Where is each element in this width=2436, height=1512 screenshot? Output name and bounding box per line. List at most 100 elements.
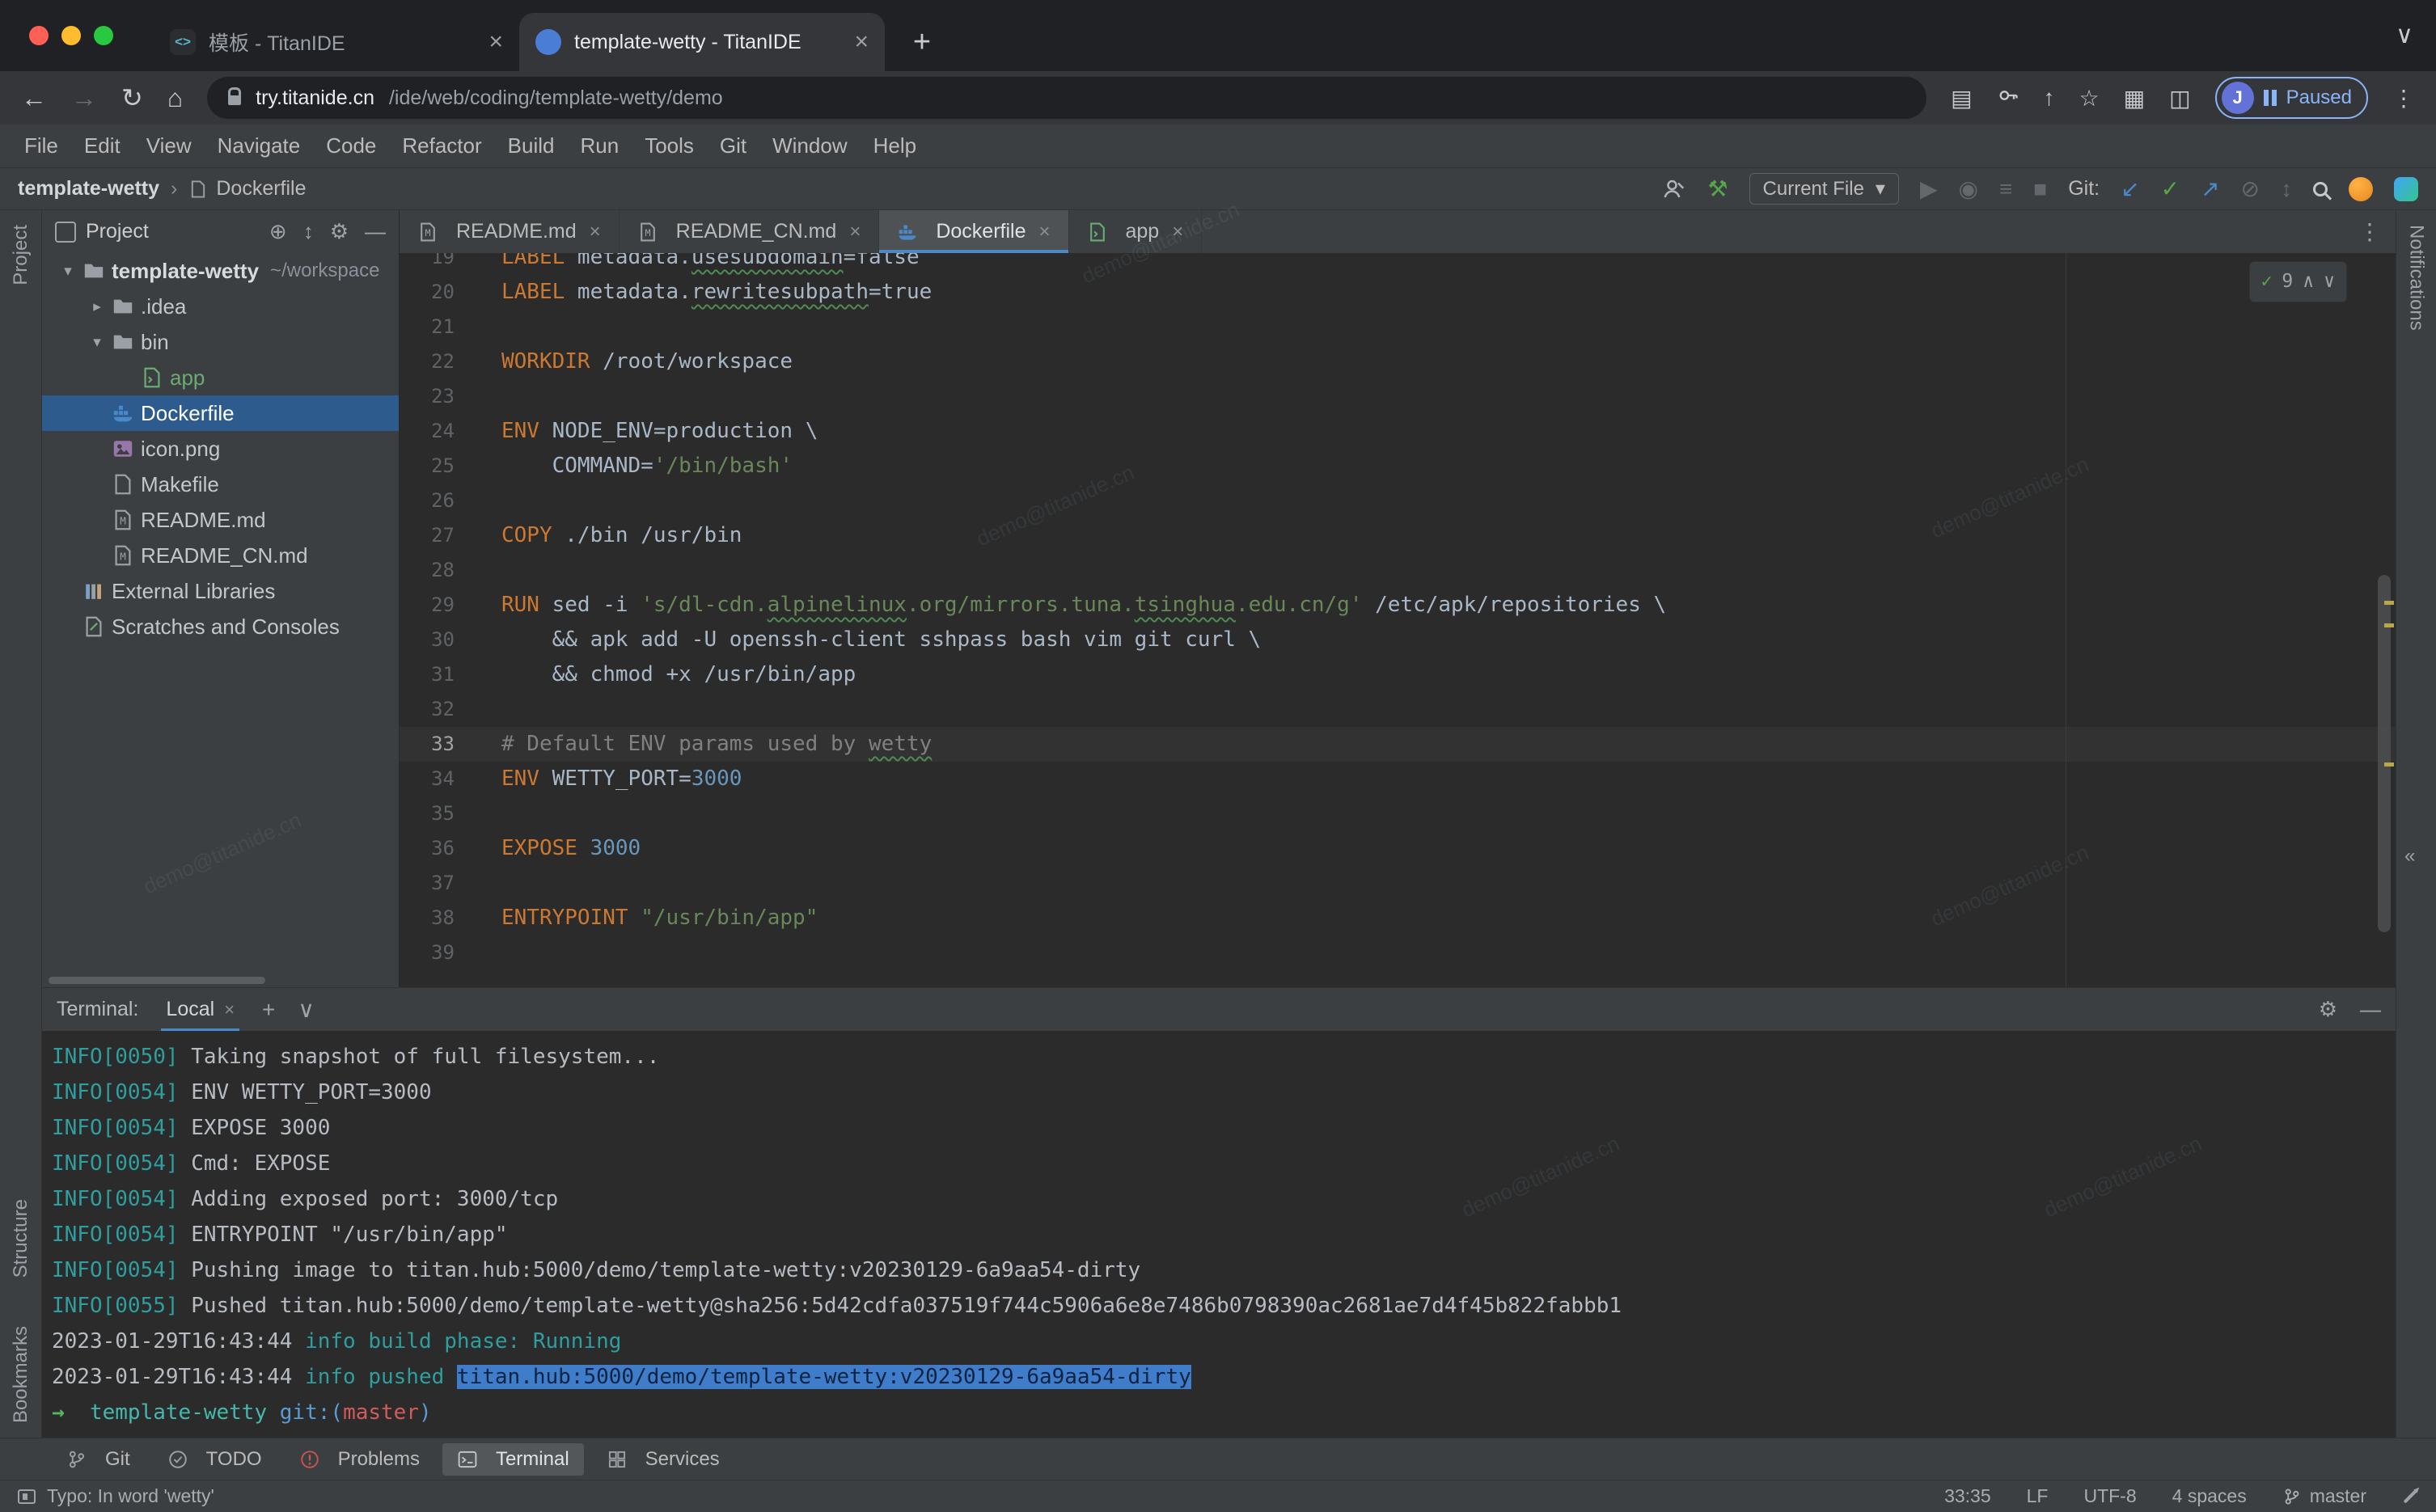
run-config-selector[interactable]: Current File ▾: [1749, 173, 1899, 205]
key-icon[interactable]: [1997, 84, 2019, 112]
tree-item-.idea[interactable]: ▸.idea: [42, 289, 399, 324]
tree-item-dockerfile[interactable]: Dockerfile: [42, 395, 399, 431]
line-ending[interactable]: LF: [2027, 1485, 2049, 1507]
tree-item-makefile[interactable]: Makefile: [42, 467, 399, 502]
collapse-stripe-icon[interactable]: «: [2404, 845, 2415, 868]
search-tabs-icon[interactable]: ∨: [2396, 21, 2413, 49]
share-icon[interactable]: ↑: [2044, 85, 2055, 111]
code-with-me-icon[interactable]: [1662, 177, 1686, 201]
menu-build[interactable]: Build: [495, 133, 568, 158]
tool-button-services[interactable]: Services: [592, 1443, 734, 1476]
terminal-tab-local[interactable]: Local ×: [161, 988, 239, 1031]
browser-menu-kebab-icon[interactable]: ⋮: [2392, 85, 2415, 112]
select-opened-file-icon[interactable]: ⊕: [269, 219, 287, 244]
editor-tab-readme.md[interactable]: MREADME.md×: [400, 210, 620, 253]
extensions-puzzle-icon[interactable]: ▦: [2124, 85, 2145, 112]
menu-view[interactable]: View: [133, 133, 205, 158]
orange-status-icon[interactable]: [2349, 177, 2373, 201]
tree-item-readme_cn.md[interactable]: MREADME_CN.md: [42, 538, 399, 573]
editor[interactable]: 19LABEL metadata.usesubdomain=false20LAB…: [400, 253, 2396, 987]
warning-stripe-mark[interactable]: [2384, 762, 2394, 767]
tool-button-problems[interactable]: Problems: [285, 1443, 434, 1476]
menu-code[interactable]: Code: [313, 133, 389, 158]
terminal-output[interactable]: INFO[0050] Taking snapshot of full files…: [42, 1031, 2396, 1438]
tree-item-template-wetty[interactable]: ▾template-wetty~/workspace: [42, 253, 399, 289]
forward-button[interactable]: →: [71, 83, 97, 113]
editor-tab-readme_cn.md[interactable]: MREADME_CN.md×: [620, 210, 880, 253]
reload-button[interactable]: ↻: [121, 82, 143, 113]
warning-stripe-mark[interactable]: [2384, 601, 2394, 605]
zoom-window-button[interactable]: [94, 26, 113, 45]
new-terminal-icon[interactable]: +: [262, 997, 275, 1023]
tool-button-terminal[interactable]: Terminal: [442, 1443, 584, 1476]
expand-collapse-icon[interactable]: ↕: [303, 219, 314, 244]
tool-button-git[interactable]: Git: [52, 1443, 145, 1476]
tree-item-app[interactable]: app: [42, 360, 399, 395]
minimize-terminal-icon[interactable]: —: [2360, 997, 2381, 1022]
inspections-widget[interactable]: ✓ 9 ∧ ∨: [2249, 261, 2347, 302]
git-rollback-button[interactable]: ⊘: [2241, 175, 2260, 202]
menu-git[interactable]: Git: [707, 133, 759, 158]
breadcrumb-project[interactable]: template-wetty: [18, 177, 159, 201]
menu-help[interactable]: Help: [861, 133, 929, 158]
debug-button[interactable]: ◉: [1959, 175, 1978, 202]
caret-position[interactable]: 33:35: [1944, 1485, 1991, 1507]
terminal-settings-gear-icon[interactable]: ⚙: [2319, 997, 2337, 1022]
chevron-icon[interactable]: ▾: [53, 262, 82, 281]
close-icon[interactable]: ×: [849, 221, 861, 243]
editor-tab-dockerfile[interactable]: Dockerfile×: [879, 210, 1068, 253]
git-history-button[interactable]: ↕: [2281, 176, 2292, 202]
git-branch-widget[interactable]: master: [2282, 1485, 2366, 1507]
hide-panel-icon[interactable]: —: [365, 219, 386, 244]
settings-gear-icon[interactable]: ⚙: [330, 219, 349, 244]
browser-tab[interactable]: template-wetty - TitanIDE×: [519, 13, 885, 71]
close-icon[interactable]: ×: [590, 221, 601, 243]
menu-window[interactable]: Window: [759, 133, 860, 158]
prev-issue-icon[interactable]: ∧: [2303, 264, 2314, 299]
next-issue-icon[interactable]: ∨: [2324, 264, 2335, 299]
project-panel-title[interactable]: Project: [86, 220, 149, 243]
write-access-icon[interactable]: [2404, 1489, 2417, 1503]
vertical-scrollbar[interactable]: [2378, 575, 2391, 932]
close-icon[interactable]: ×: [488, 28, 503, 56]
run-button[interactable]: ▶: [1920, 175, 1938, 202]
clipboard-icon[interactable]: ▤: [1951, 85, 1972, 112]
app-logo-icon[interactable]: [2394, 177, 2418, 201]
address-bar[interactable]: try.titanide.cn/ide/web/coding/template-…: [207, 77, 1926, 119]
chevron-down-icon[interactable]: ∨: [298, 996, 315, 1023]
warning-stripe-mark[interactable]: [2384, 623, 2394, 627]
tree-item-scratches and consoles[interactable]: Scratches and Consoles: [42, 609, 399, 644]
tool-window-switcher-icon[interactable]: [18, 1489, 36, 1504]
profile-paused-chip[interactable]: J Paused: [2215, 77, 2368, 119]
tree-item-external libraries[interactable]: External Libraries: [42, 573, 399, 609]
tree-item-icon.png[interactable]: icon.png: [42, 431, 399, 467]
close-window-button[interactable]: [29, 26, 49, 45]
close-icon[interactable]: ×: [854, 28, 869, 56]
tool-button-todo[interactable]: TODO: [153, 1443, 277, 1476]
editor-tabs-kebab-icon[interactable]: ⋮: [2358, 218, 2381, 245]
tool-window-notifications[interactable]: Notifications: [2405, 225, 2428, 331]
browser-tab[interactable]: <>模板 - TitanIDE×: [154, 13, 519, 71]
git-update-button[interactable]: ↙: [2121, 175, 2139, 202]
bookmark-star-icon[interactable]: ☆: [2079, 85, 2100, 112]
file-encoding[interactable]: UTF-8: [2083, 1485, 2136, 1507]
close-icon[interactable]: ×: [224, 999, 235, 1020]
minimize-window-button[interactable]: [61, 26, 81, 45]
close-icon[interactable]: ×: [1038, 221, 1050, 243]
tool-window-project[interactable]: Project: [10, 225, 32, 285]
close-icon[interactable]: ×: [1172, 221, 1183, 243]
side-panel-icon[interactable]: ◫: [2169, 85, 2190, 112]
home-button[interactable]: ⌂: [167, 83, 183, 113]
tool-window-bookmarks[interactable]: Bookmarks: [10, 1326, 32, 1423]
chevron-icon[interactable]: ▸: [82, 298, 112, 316]
lock-icon[interactable]: [228, 95, 241, 105]
stop-button[interactable]: ■: [2033, 176, 2047, 202]
menu-navigate[interactable]: Navigate: [205, 133, 314, 158]
editor-tab-app[interactable]: app×: [1069, 210, 1203, 253]
horizontal-scrollbar[interactable]: [49, 977, 265, 984]
profile-button[interactable]: ≡: [1999, 176, 2012, 202]
tree-item-readme.md[interactable]: MREADME.md: [42, 502, 399, 538]
tool-window-structure[interactable]: Structure: [10, 1199, 32, 1278]
git-push-button[interactable]: ↗: [2201, 175, 2219, 202]
breadcrumb-file[interactable]: Dockerfile: [188, 177, 306, 201]
